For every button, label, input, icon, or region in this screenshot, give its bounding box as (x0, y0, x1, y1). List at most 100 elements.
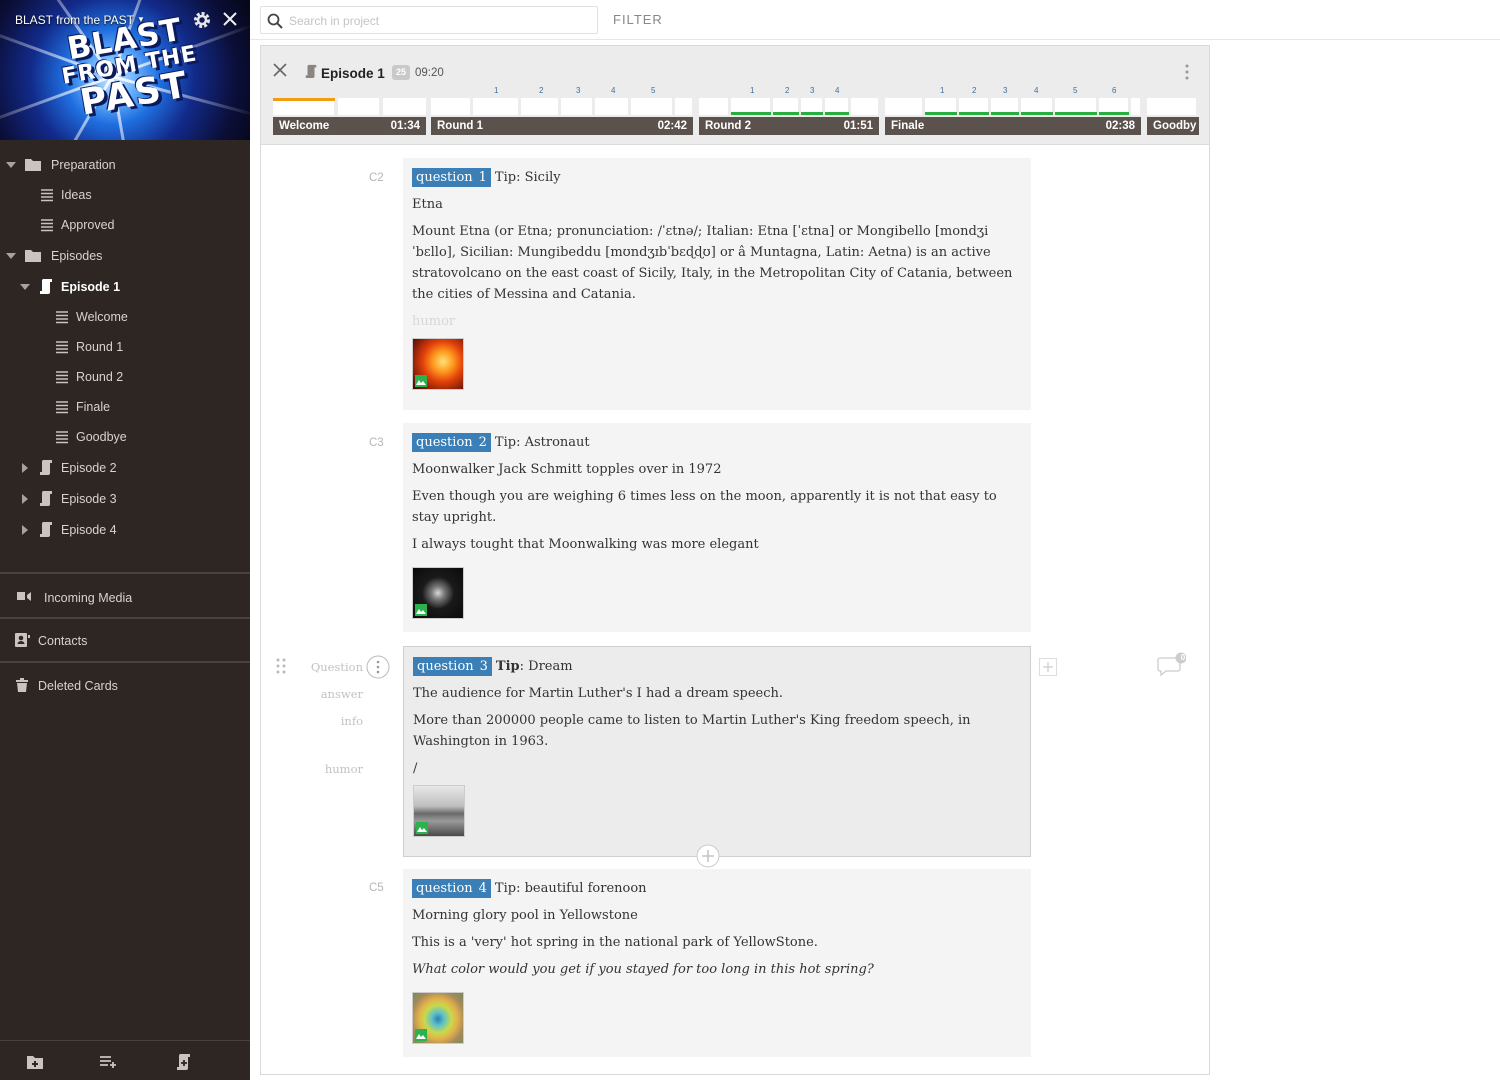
filter-button[interactable]: FILTER (613, 12, 663, 27)
question-badge[interactable]: question 2 (412, 433, 491, 452)
timeline-segment-round-2[interactable]: Round 2 01:51 (699, 117, 879, 135)
more-vertical-icon[interactable] (1181, 63, 1193, 81)
expand-arrow-icon[interactable] (20, 284, 30, 290)
card-humor-placeholder[interactable]: humor (412, 311, 1022, 332)
timeline-slot[interactable] (473, 98, 519, 115)
timeline-slot[interactable] (1147, 98, 1197, 115)
tree-item-episode-4[interactable]: Episode 4 (0, 516, 250, 544)
tree-item-preparation[interactable]: Preparation (0, 151, 250, 179)
question-card[interactable]: question 4 Tip: beautiful forenoon Morning… (403, 869, 1031, 1057)
field-label-question: Question (310, 660, 363, 674)
segment-name: Round 1 (437, 120, 483, 132)
badge-text: question (417, 659, 474, 674)
comment-count: 0 (1180, 653, 1186, 662)
media-thumbnail[interactable] (412, 992, 464, 1044)
expand-arrow-icon[interactable] (22, 494, 28, 504)
card-answer[interactable]: The audience for Martin Luther's I had a… (413, 683, 1021, 704)
tick-label: 4 (1034, 86, 1039, 95)
card-info[interactable]: Even though you are weighing 6 times les… (412, 486, 1022, 528)
list-icon (41, 219, 53, 232)
add-card-icon[interactable] (696, 844, 720, 868)
card-info[interactable]: Mount Etna (or Etna; pronunciation: /ˈɛt… (412, 221, 1022, 305)
card-humor[interactable]: I always tought that Moonwalking was mor… (412, 534, 1022, 555)
tree-item-approved[interactable]: Approved (0, 211, 250, 239)
timeline-slot[interactable] (383, 98, 427, 115)
sidebar-item-contacts[interactable]: Contacts (0, 626, 250, 656)
search-icon (267, 13, 283, 29)
tree-label: Episode 2 (61, 461, 117, 475)
search-box[interactable] (260, 6, 598, 34)
tree-item-goodbye[interactable]: Goodbye (0, 423, 250, 451)
timeline-segment-welcome[interactable]: Welcome 01:34 (273, 117, 426, 135)
gear-icon[interactable] (192, 10, 212, 30)
card-answer[interactable]: Morning glory pool in Yellowstone (412, 905, 1022, 926)
timeline-segment-finale[interactable]: Finale 02:38 (885, 117, 1141, 135)
question-card-selected[interactable]: question 3 Tip: Dream The audience for Mar… (403, 646, 1031, 857)
tip-text: Sicily (524, 170, 561, 185)
timeline-slot[interactable] (431, 98, 471, 115)
question-card[interactable]: question 1 Tip: Sicily Etna Mount Etna (or… (403, 158, 1031, 410)
card-answer[interactable]: Moonwalker Jack Schmitt topples over in … (412, 459, 1022, 480)
media-thumbnail[interactable] (412, 567, 464, 619)
question-number: 1 (478, 170, 487, 185)
tree-label: Episodes (51, 249, 103, 263)
add-folder-icon[interactable] (26, 1053, 44, 1071)
tree-item-ideas[interactable]: Ideas (0, 181, 250, 209)
add-script-icon[interactable] (174, 1053, 192, 1071)
timeline-slot[interactable] (885, 98, 923, 115)
expand-arrow-icon[interactable] (22, 525, 28, 535)
tick-label: 5 (1073, 86, 1078, 95)
sidebar-item-deleted-cards[interactable]: Deleted Cards (0, 671, 250, 701)
tree-item-episodes[interactable]: Episodes (0, 242, 250, 270)
plus-icon[interactable] (1039, 658, 1057, 676)
card-answer[interactable]: Etna (412, 194, 1022, 215)
tree-item-episode-2[interactable]: Episode 2 (0, 454, 250, 482)
completion-bar (731, 112, 771, 115)
close-icon[interactable] (222, 11, 238, 27)
tree-item-episode-3[interactable]: Episode 3 (0, 485, 250, 513)
tree-item-round-2[interactable]: Round 2 (0, 363, 250, 391)
expand-arrow-icon[interactable] (6, 253, 16, 259)
divider (0, 617, 250, 619)
timeline-slot[interactable] (561, 98, 593, 115)
more-vertical-icon[interactable] (366, 655, 390, 679)
question-badge[interactable]: question 1 (412, 168, 491, 187)
timeline-slot[interactable] (631, 98, 673, 115)
segment-duration: 02:42 (657, 120, 687, 132)
tip-text: Astronaut (524, 435, 590, 450)
tree-item-episode-1[interactable]: Episode 1 (0, 273, 250, 301)
card-humor[interactable]: / (413, 758, 1021, 779)
media-thumbnail[interactable] (413, 785, 465, 837)
expand-arrow-icon[interactable] (6, 162, 16, 168)
add-list-icon[interactable] (99, 1053, 117, 1071)
timeline-segment-goodbye[interactable]: Goodby (1147, 117, 1199, 135)
tree-label: Round 2 (76, 370, 124, 384)
folder-icon (25, 159, 41, 171)
sidebar-item-incoming-media[interactable]: Incoming Media (0, 583, 250, 613)
timeline-segment-round-1[interactable]: Round 1 02:42 (431, 117, 693, 135)
close-icon[interactable] (272, 62, 288, 78)
timeline-slot[interactable] (595, 98, 629, 115)
timeline-slot[interactable] (338, 98, 380, 115)
project-switcher[interactable]: BLAST from the PAST ▼ (15, 13, 145, 27)
question-badge[interactable]: question 3 (413, 657, 492, 676)
timeline-slot[interactable] (851, 98, 879, 115)
media-thumbnail[interactable] (412, 338, 464, 390)
tree-item-welcome[interactable]: Welcome (0, 303, 250, 331)
tip-text: Dream (528, 659, 573, 674)
card-info[interactable]: This is a 'very' hot spring in the natio… (412, 932, 1022, 953)
timeline-slot[interactable] (675, 98, 693, 115)
episode-header: Episode 1 25 09:20 Welcome 01:34 1 2 3 4 … (261, 46, 1209, 145)
tree-item-round-1[interactable]: Round 1 (0, 333, 250, 361)
card-humor[interactable]: What color would you get if you stayed f… (412, 959, 1022, 980)
question-badge[interactable]: question 4 (412, 879, 491, 898)
timeline-slot[interactable] (1131, 98, 1141, 115)
tick-label: 4 (835, 86, 840, 95)
timeline-slot[interactable] (699, 98, 729, 115)
search-input[interactable] (289, 11, 589, 31)
expand-arrow-icon[interactable] (22, 463, 28, 473)
tree-item-finale[interactable]: Finale (0, 393, 250, 421)
question-card[interactable]: question 2 Tip: Astronaut Moonwalker Jack … (403, 423, 1031, 632)
card-info[interactable]: More than 200000 people came to listen t… (413, 710, 1021, 752)
timeline-slot[interactable] (521, 98, 559, 115)
